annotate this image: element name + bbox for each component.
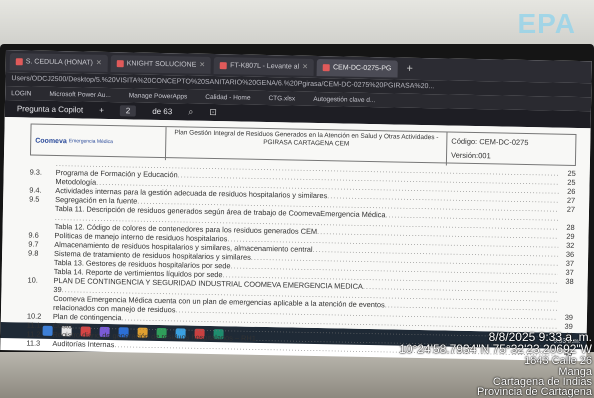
toc-number: 9.6 [28, 230, 39, 240]
bookmark-item[interactable]: Microsoft Power Au... [49, 90, 111, 98]
document-title: Plan Gestión Integral de Residuos Genera… [165, 127, 448, 165]
browser-tab[interactable]: KNIGHT SOLUCIONE ✕ [110, 54, 212, 74]
toc-number: 9.4. [29, 185, 42, 195]
photo-background [0, 0, 594, 48]
close-icon[interactable]: ✕ [96, 59, 102, 67]
tab-label: S. CEDULA (HONAT) [25, 57, 93, 67]
table-of-contents: 259.3.Programa de Formación y Educación2… [26, 158, 576, 357]
toc-number: 10.2 [26, 311, 42, 321]
bookmark-item[interactable]: Manage PowerApps [129, 92, 188, 100]
toc-page: 29 [566, 231, 575, 241]
toc-number: 11.1 [26, 320, 41, 330]
close-icon[interactable]: ✕ [199, 61, 205, 69]
toc-page: 37 [565, 258, 575, 268]
toc-page: 26 [567, 186, 576, 196]
toc-page: 25 [567, 177, 576, 187]
toc-page: 28 [566, 222, 575, 232]
bookmark-item[interactable]: CTG.xlsx [268, 95, 295, 103]
toc-number [30, 158, 56, 167]
toc-number: 11.2 [26, 329, 41, 339]
pdf-icon [116, 59, 124, 67]
reader-mode-icon[interactable]: ⊡ [209, 107, 217, 118]
toc-number [29, 221, 55, 230]
toc-number [28, 266, 54, 275]
company-logo: Coomeva Emergencia Médica [30, 124, 167, 160]
monitor-screen: S. CEDULA (HONAT) ✕ KNIGHT SOLUCIONE ✕ FT-… [0, 50, 592, 362]
pdf-page: Coomeva Emergencia Médica Plan Gestión In… [0, 116, 591, 358]
tab-label: KNIGHT SOLUCIONE [126, 59, 197, 69]
toc-number: 9.3. [29, 167, 43, 177]
copilot-button[interactable]: Pregunta a Copilot [17, 104, 83, 114]
toc-page: 27 [566, 204, 576, 214]
toc-page [557, 295, 573, 304]
page-total: de 63 [152, 106, 173, 117]
toc-number [29, 176, 55, 185]
toc-title: Costo [52, 320, 73, 331]
watermark-logo: EPA [517, 8, 576, 39]
toc-number [27, 284, 53, 293]
toc-number: 11.3 [26, 338, 41, 348]
toc-page [559, 214, 575, 223]
pdf-icon [220, 61, 228, 69]
search-icon[interactable]: ⌕ [188, 107, 193, 118]
toc-number: 9.8 [28, 248, 39, 258]
tab-label: CEM-DC-0275-PG [332, 63, 392, 72]
toc-page [557, 286, 573, 295]
add-button[interactable]: + [99, 106, 104, 115]
toc-number [28, 257, 54, 266]
browser-tab[interactable]: S. CEDULA (HONAT) ✕ [9, 52, 108, 72]
toc-number: 9.7 [28, 239, 39, 249]
toc-title: Auditorías Internas [52, 338, 115, 350]
toc-page: 38 [565, 276, 574, 286]
toc-page: 36 [565, 249, 575, 259]
toc-number [29, 203, 55, 212]
toc-page: 32 [566, 240, 575, 250]
close-icon[interactable]: ✕ [302, 63, 308, 71]
toc-number: 10. [27, 275, 38, 285]
document-meta: Código: CEM-DC-0275 Versión:001 [447, 132, 576, 167]
bookmark-item[interactable]: LOGIN [11, 90, 31, 97]
toc-number [29, 212, 55, 221]
tab-label: FT-K807L - Levante al [230, 61, 300, 71]
toc-page: 25 [567, 168, 576, 178]
toc-page: 37 [565, 267, 574, 277]
toc-page: 27 [566, 195, 576, 205]
logo-name: Coomeva [35, 137, 67, 145]
browser-tab-active[interactable]: CEM-DC-0275-PG [316, 58, 398, 78]
pdf-icon [322, 63, 331, 71]
page-number-input[interactable]: 2 [119, 105, 137, 117]
browser-tab[interactable]: FT-K807L - Levante al ✕ [213, 56, 315, 76]
toc-title: 39 [53, 284, 62, 295]
logo-sub: Emergencia Médica [68, 138, 114, 146]
toc-page: 39 [564, 312, 574, 322]
bookmark-item[interactable]: Autogestión clave d... [313, 95, 375, 103]
photo-stamp-coords: 10°24'58.7934"N 75°32'23.20692"W [399, 342, 592, 356]
new-tab-button[interactable]: + [400, 60, 419, 77]
toc-page [557, 304, 573, 313]
toc-number: 9.5 [29, 194, 40, 204]
toc-number [27, 293, 53, 302]
photo-stamp-place: Provincia de Cartagena [477, 386, 592, 398]
toc-number [27, 302, 53, 311]
pdf-icon [15, 57, 23, 65]
bookmark-item[interactable]: Calidad - Home [205, 93, 250, 101]
document-version: Versión:001 [450, 150, 491, 161]
